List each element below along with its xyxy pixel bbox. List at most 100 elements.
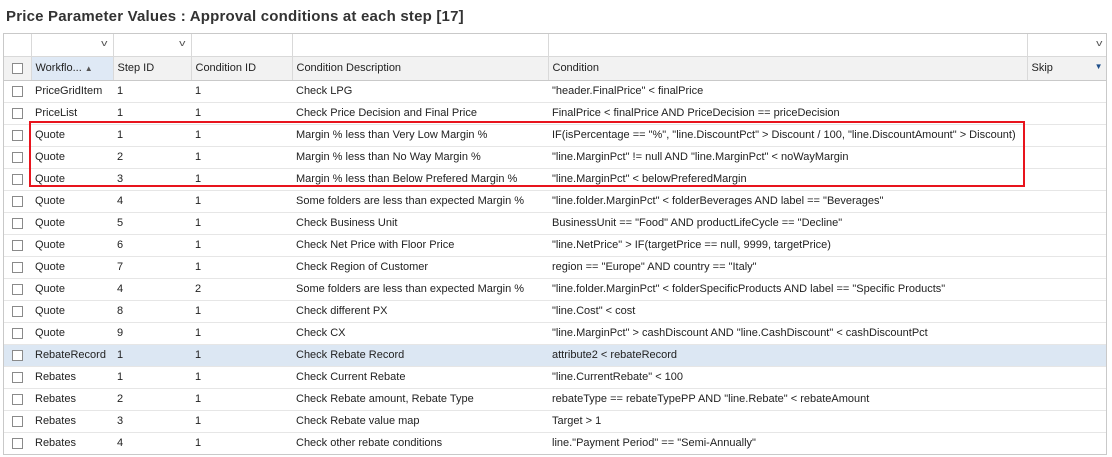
table-row[interactable]: RebateRecord 1 1 Check Rebate Record attribu… [4,344,1106,367]
cell-workflow: Rebates [31,432,113,454]
column-header-step-id[interactable]: Step ID [113,56,192,81]
cell-condition-id: 1 [191,388,292,411]
cell-workflow: Quote [31,278,113,301]
cell-skip [1027,168,1106,191]
table-row[interactable]: Quote 4 2 Some folders are less than expect… [4,278,1106,301]
row-checkbox[interactable] [12,107,23,119]
table-row[interactable]: PriceGridItem 1 1 Check LPG "header.FinalPri… [4,80,1106,103]
cell-workflow: Rebates [31,366,113,389]
table-row[interactable]: Quote 3 1 Margin % less than Below Prefered… [4,168,1106,191]
row-checkbox[interactable] [12,283,23,295]
column-header-workflow[interactable]: Workflo... ▲ [31,56,114,81]
cell-condition: "header.FinalPrice" < finalPrice [548,80,1027,103]
row-checkbox[interactable] [12,349,23,361]
cell-condition-id: 1 [191,344,292,367]
row-checkbox[interactable] [12,85,23,97]
cell-workflow: Quote [31,124,113,147]
row-select-cell [4,256,31,279]
cell-workflow: RebateRecord [31,344,113,367]
cell-skip [1027,344,1106,367]
cell-condition: "line.NetPrice" > IF(targetPrice == null… [548,234,1027,257]
column-header-condition-description[interactable]: Condition Description [292,56,549,81]
cell-workflow: PriceList [31,102,113,125]
row-checkbox[interactable] [12,151,23,163]
cell-condition-description: Check Business Unit [292,212,548,235]
filter-condition[interactable] [548,34,1028,57]
table-row[interactable]: PriceList 1 1 Check Price Decision and Fina… [4,102,1106,125]
row-checkbox[interactable] [12,239,23,251]
row-checkbox[interactable] [12,393,23,405]
row-checkbox[interactable] [12,437,23,449]
table-row[interactable]: Rebates 1 1 Check Current Rebate "line.Curre… [4,366,1106,389]
cell-condition-id: 1 [191,300,292,323]
cell-step-id: 1 [113,124,191,147]
row-checkbox[interactable] [12,217,23,229]
cell-step-id: 1 [113,366,191,389]
cell-step-id: 1 [113,344,191,367]
filter-workflow[interactable]: v [31,34,114,57]
cell-condition-id: 1 [191,190,292,213]
cell-condition-id: 1 [191,80,292,103]
cell-condition-description: Some folders are less than expected Marg… [292,190,548,213]
cell-workflow: Quote [31,146,113,169]
conditions-grid: v v v Workflo... ▲ Step ID Condition ID C… [3,33,1107,455]
cell-skip [1027,146,1106,169]
cell-condition-description: Check Price Decision and Final Price [292,102,548,125]
column-header-condition-id[interactable]: Condition ID [191,56,293,81]
cell-condition-id: 2 [191,278,292,301]
table-row[interactable]: Quote 9 1 Check CX "line.MarginPct" > cashDi… [4,322,1106,345]
filter-step-id[interactable]: v [113,34,192,57]
cell-skip [1027,234,1106,257]
cell-condition: IF(isPercentage == "%", "line.DiscountPc… [548,124,1027,147]
filter-condition-description[interactable] [292,34,549,57]
cell-condition: rebateType == rebateTypePP AND "line.Reb… [548,388,1027,411]
cell-condition: "line.folder.MarginPct" < folderBeverage… [548,190,1027,213]
row-select-cell [4,278,31,301]
table-row[interactable]: Rebates 2 1 Check Rebate amount, Rebate Typ… [4,388,1106,411]
chevron-down-icon[interactable]: v [101,38,107,48]
row-checkbox[interactable] [12,327,23,339]
table-row[interactable]: Quote 4 1 Some folders are less than expect… [4,190,1106,213]
cell-condition: region == "Europe" AND country == "Italy… [548,256,1027,279]
column-header-condition[interactable]: Condition [548,56,1028,81]
cell-condition-id: 1 [191,234,292,257]
cell-condition-id: 1 [191,432,292,454]
filter-skip[interactable]: v [1027,34,1106,57]
filter-condition-id[interactable] [191,34,293,57]
table-row[interactable]: Rebates 3 1 Check Rebate value map Target > … [4,410,1106,433]
row-select-cell [4,322,31,345]
cell-condition-description: Margin % less than Below Prefered Margin… [292,168,548,191]
column-header-skip[interactable]: Skip ▼ [1027,56,1106,81]
row-checkbox[interactable] [12,261,23,273]
chevron-down-icon[interactable]: v [179,38,185,48]
cell-condition-description: Some folders are less than expected Marg… [292,278,548,301]
table-row[interactable]: Quote 5 1 Check Business Unit BusinessUnit =… [4,212,1106,235]
row-checkbox[interactable] [12,371,23,383]
select-all-checkbox[interactable] [12,62,23,74]
row-checkbox[interactable] [12,305,23,317]
row-checkbox[interactable] [12,195,23,207]
page-title: Price Parameter Values : Approval condit… [6,8,464,25]
cell-step-id: 6 [113,234,191,257]
chevron-down-icon[interactable]: v [1096,38,1102,48]
table-row[interactable]: Quote 7 1 Check Region of Customer region ==… [4,256,1106,279]
table-row[interactable]: Quote 6 1 Check Net Price with Floor Price "… [4,234,1106,257]
cell-step-id: 8 [113,300,191,323]
table-row[interactable]: Rebates 4 1 Check other rebate conditions li… [4,432,1106,454]
table-row[interactable]: Quote 1 1 Margin % less than Very Low Margi… [4,124,1106,147]
cell-skip [1027,102,1106,125]
row-checkbox[interactable] [12,173,23,185]
column-label: Condition ID [195,62,257,74]
cell-skip [1027,190,1106,213]
column-menu-icon[interactable]: ▼ [1095,62,1103,71]
cell-condition-id: 1 [191,212,292,235]
table-row[interactable]: Quote 8 1 Check different PX "line.Cost" < c… [4,300,1106,323]
table-row[interactable]: Quote 2 1 Margin % less than No Way Margin … [4,146,1106,169]
cell-workflow: Quote [31,300,113,323]
cell-step-id: 4 [113,190,191,213]
row-checkbox[interactable] [12,415,23,427]
cell-condition-description: Check Rebate Record [292,344,548,367]
row-checkbox[interactable] [12,129,23,141]
row-select-cell [4,190,31,213]
cell-step-id: 1 [113,102,191,125]
